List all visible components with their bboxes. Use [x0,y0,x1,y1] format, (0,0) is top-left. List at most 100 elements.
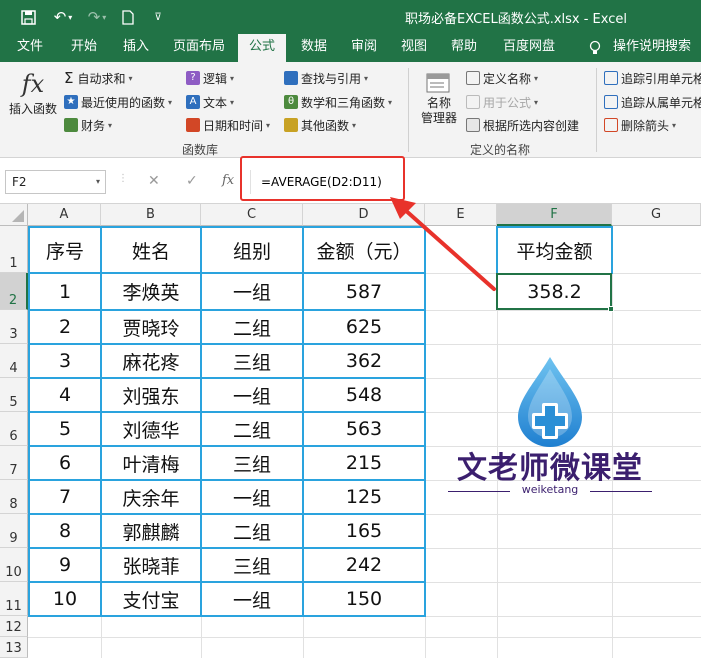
table-cell[interactable]: 支付宝 [102,583,200,615]
row-header-13[interactable]: 13 [0,637,28,658]
table-cell[interactable]: 563 [304,413,424,445]
header-cell[interactable]: 序号 [30,228,100,272]
row-header-6[interactable]: 6 [0,412,28,446]
row-header-2[interactable]: 2 [0,273,28,310]
tab-file[interactable]: 文件 [8,34,52,62]
trace-precedents-button[interactable]: 追踪引用单元格 [604,68,701,88]
name-box[interactable]: F2 ▾ [5,170,106,194]
table-cell[interactable]: 548 [304,379,424,411]
table-cell[interactable]: 5 [30,413,100,445]
table-cell[interactable]: 郭麒麟 [102,515,200,547]
tab-help[interactable]: 帮助 [442,34,486,62]
header-cell[interactable]: 姓名 [102,228,200,272]
table-cell[interactable]: 三组 [202,447,302,479]
chevron-down-icon[interactable]: ▾ [96,171,100,193]
table-cell[interactable]: 165 [304,515,424,547]
row-header-11[interactable]: 11 [0,582,28,616]
table-cell[interactable]: 三组 [202,549,302,581]
table-cell[interactable]: 242 [304,549,424,581]
trace-dependents-button[interactable]: 追踪从属单元格 [604,92,701,112]
use-in-formula-button[interactable]: 用于公式 ▾ [466,92,538,112]
recently-used-button[interactable]: ★ 最近使用的函数 ▾ [64,92,172,112]
table-cell[interactable]: 3 [30,345,100,377]
insert-function-button[interactable]: fx 插入函数 [6,68,60,117]
table-cell[interactable]: 10 [30,583,100,615]
tab-data[interactable]: 数据 [292,34,336,62]
row-header-8[interactable]: 8 [0,480,28,514]
table-cell[interactable]: 刘德华 [102,413,200,445]
table-cell[interactable]: 二组 [202,515,302,547]
autosum-button[interactable]: Σ 自动求和 ▾ [64,68,133,88]
redo-icon[interactable]: ↷ ▾ [84,7,110,27]
text-button[interactable]: A 文本 ▾ [186,92,234,112]
lookup-reference-button[interactable]: 查找与引用 ▾ [284,68,368,88]
header-cell[interactable]: 组别 [202,228,302,272]
date-time-button[interactable]: 日期和时间 ▾ [186,115,270,135]
column-header-f[interactable]: F [497,204,612,226]
tab-formulas[interactable]: 公式 [238,34,286,62]
math-trig-button[interactable]: θ 数学和三角函数 ▾ [284,92,392,112]
table-cell[interactable]: 贾晓玲 [102,311,200,343]
table-cell[interactable]: 一组 [202,274,302,309]
table-cell[interactable]: 二组 [202,413,302,445]
table-cell[interactable]: 二组 [202,311,302,343]
table-cell[interactable]: 1 [30,274,100,309]
cancel-icon[interactable]: ✕ [148,173,160,189]
insert-function-icon[interactable]: fx [222,173,234,188]
table-cell[interactable]: 6 [30,447,100,479]
table-cell[interactable]: 4 [30,379,100,411]
table-cell[interactable]: 8 [30,515,100,547]
more-functions-button[interactable]: 其他函数 ▾ [284,115,356,135]
table-cell[interactable]: 一组 [202,379,302,411]
row-header-7[interactable]: 7 [0,446,28,480]
undo-icon[interactable]: ↶ ▾ [50,7,76,27]
row-header-12[interactable]: 12 [0,616,28,637]
table-cell[interactable]: 刘强东 [102,379,200,411]
row-header-9[interactable]: 9 [0,514,28,548]
fill-handle[interactable] [608,306,614,312]
enter-icon[interactable]: ✓ [186,173,198,189]
tab-page-layout[interactable]: 页面布局 [166,34,232,62]
column-header-b[interactable]: B [101,204,201,226]
table-cell[interactable]: 362 [304,345,424,377]
name-manager-button[interactable]: 名称 管理器 [414,70,464,126]
table-cell[interactable]: 三组 [202,345,302,377]
column-header-c[interactable]: C [201,204,303,226]
table-cell[interactable]: 150 [304,583,424,615]
new-file-icon[interactable] [118,7,138,27]
column-header-g[interactable]: G [612,204,701,226]
row-header-10[interactable]: 10 [0,548,28,582]
tab-baidu-netdisk[interactable]: 百度网盘 [494,34,564,62]
create-from-selection-button[interactable]: 根据所选内容创建 [466,115,579,135]
average-header-cell[interactable]: 平均金额 [498,228,611,272]
table-cell[interactable]: 李焕英 [102,274,200,309]
row-header-3[interactable]: 3 [0,310,28,344]
table-cell[interactable]: 215 [304,447,424,479]
logical-button[interactable]: ? 逻辑 ▾ [186,68,234,88]
row-header-4[interactable]: 4 [0,344,28,378]
row-header-1[interactable]: 1 [0,226,28,273]
column-header-a[interactable]: A [28,204,101,226]
table-cell[interactable]: 7 [30,481,100,513]
tell-me-search[interactable]: 操作说明搜索 [604,34,700,62]
table-cell[interactable]: 9 [30,549,100,581]
table-cell[interactable]: 庆余年 [102,481,200,513]
table-cell[interactable]: 一组 [202,583,302,615]
tab-view[interactable]: 视图 [392,34,436,62]
financial-button[interactable]: 财务 ▾ [64,115,112,135]
tab-review[interactable]: 审阅 [342,34,386,62]
save-icon[interactable] [18,7,38,27]
customize-quick-access-icon[interactable]: ⊽ [148,7,168,27]
remove-arrows-button[interactable]: 删除箭头 ▾ [604,115,676,135]
tab-home[interactable]: 开始 [62,34,106,62]
active-cell-selection[interactable] [496,273,614,312]
table-cell[interactable]: 叶清梅 [102,447,200,479]
table-cell[interactable]: 625 [304,311,424,343]
table-cell[interactable]: 一组 [202,481,302,513]
table-cell[interactable]: 2 [30,311,100,343]
define-name-button[interactable]: 定义名称 ▾ [466,68,538,88]
table-cell[interactable]: 125 [304,481,424,513]
table-cell[interactable]: 麻花疼 [102,345,200,377]
row-header-5[interactable]: 5 [0,378,28,412]
select-all-corner[interactable] [0,204,28,226]
